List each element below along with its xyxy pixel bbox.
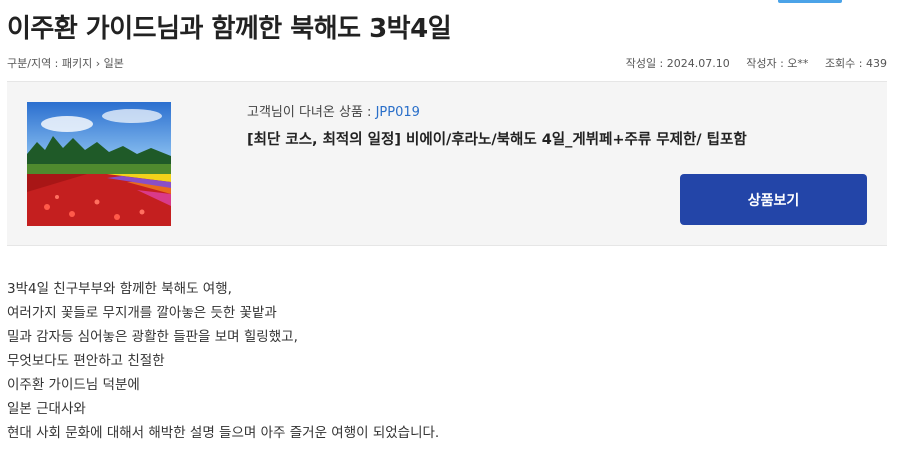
breadcrumb-item-japan[interactable]: 일본: [104, 57, 124, 70]
meta-row: 구분/지역 : 패키지 › 일본 작성일 : 2024.07.10 작성자 : …: [7, 55, 887, 71]
flower-field-image: [27, 102, 171, 226]
view-product-button[interactable]: 상품보기: [680, 174, 867, 225]
body-line: 일본 근대사와: [7, 401, 86, 417]
body-line: 3박4일 친구부부와 함께한 북해도 여행,: [7, 281, 232, 297]
product-code[interactable]: JPP019: [376, 105, 420, 120]
review-body: 3박4일 친구부부와 함께한 북해도 여행, 여러가지 꽃들로 무지개를 깔아놓…: [7, 277, 439, 445]
product-card: 고객님이 다녀온 상품 : JPP019 [최단 코스, 최적의 일정] 비에이…: [7, 81, 887, 246]
top-accent-bar: [778, 0, 842, 3]
body-line: 무엇보다도 편안하고 친절한: [7, 353, 165, 369]
product-caption: 고객님이 다녀온 상품 : JPP019: [247, 101, 867, 120]
category-label: 구분/지역 :: [7, 57, 62, 70]
breadcrumb-item-package[interactable]: 패키지: [62, 57, 92, 70]
breadcrumb: 구분/지역 : 패키지 › 일본: [7, 55, 124, 71]
product-caption-label: 고객님이 다녀온 상품 :: [247, 105, 376, 120]
chevron-right-icon: ›: [95, 57, 101, 70]
author: 작성자 : 오**: [746, 57, 809, 70]
body-line: 여러가지 꽃들로 무지개를 깔아놓은 듯한 꽃밭과: [7, 305, 277, 321]
body-line: 이주환 가이드님 덕분에: [7, 377, 140, 393]
product-name[interactable]: [최단 코스, 최적의 일정] 비에이/후라노/북해도 4일_게뷔페+주류 무제…: [247, 128, 867, 149]
view-count: 조회수 : 439: [824, 57, 887, 70]
product-info: 고객님이 다녀온 상품 : JPP019 [최단 코스, 최적의 일정] 비에이…: [247, 101, 867, 149]
post-meta: 작성일 : 2024.07.10 작성자 : 오** 조회수 : 439: [613, 55, 887, 71]
body-line: 밀과 감자등 심어놓은 광활한 들판을 보며 힐링했고,: [7, 329, 298, 345]
body-line: 현대 사회 문화에 대해서 해박한 설명 들으며 아주 즐거운 여행이 되었습니…: [7, 425, 440, 441]
page-title: 이주환 가이드님과 함께한 북해도 3박4일: [7, 14, 452, 44]
created-date: 작성일 : 2024.07.10: [625, 57, 730, 70]
product-thumbnail[interactable]: [27, 102, 171, 226]
